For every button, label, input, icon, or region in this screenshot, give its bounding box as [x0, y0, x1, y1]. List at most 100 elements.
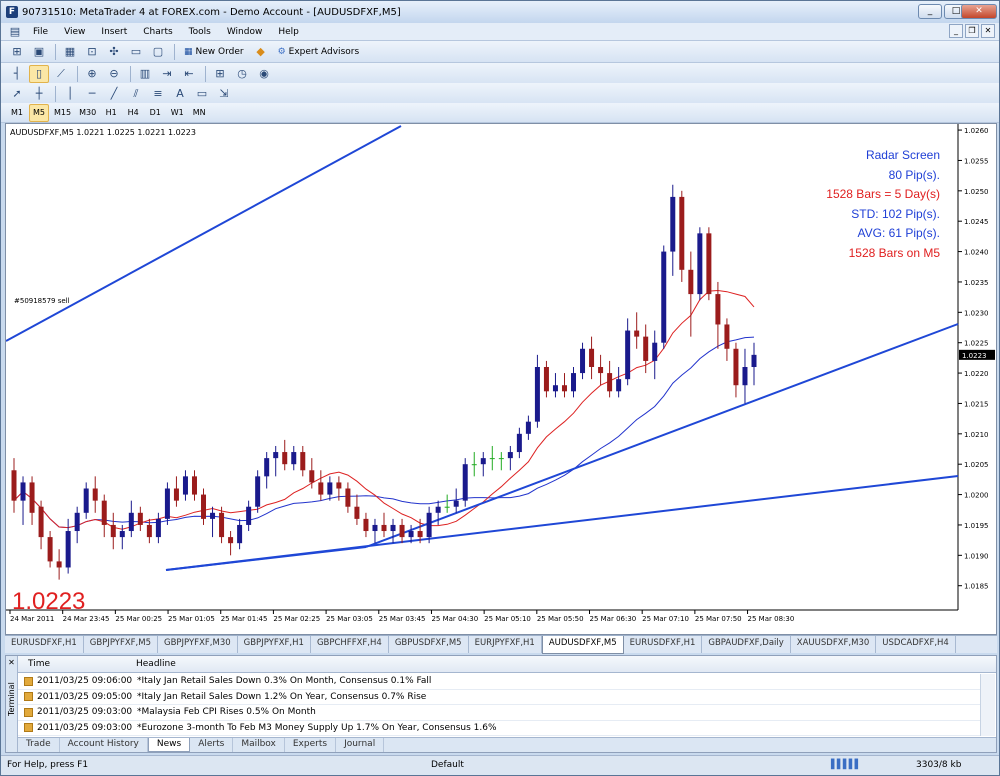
rising-trendline [365, 323, 959, 548]
bar-chart-icon[interactable]: ┤ [7, 65, 27, 83]
news-row[interactable]: 2011/03/25 09:06:00 *Italy Jan Retail Sal… [18, 674, 980, 690]
timeframe-h4-button[interactable]: H4 [123, 104, 143, 122]
news-row[interactable]: 2011/03/25 09:05:00 *Italy Jan Retail Sal… [18, 690, 980, 705]
terminal-close-icon[interactable]: ✕ [7, 658, 16, 667]
candlesticks-icon[interactable]: ▯ [29, 64, 49, 83]
symbol-tab[interactable]: GBPJPYFXF,H1 [238, 636, 311, 653]
symbol-tab[interactable]: GBPJPYFXF,M5 [84, 636, 158, 653]
candle-body [74, 512, 80, 532]
candle-body [670, 196, 676, 252]
mdi-close-button[interactable]: ✕ [981, 24, 995, 38]
metaeditor-icon[interactable]: ◆ [251, 43, 271, 61]
symbol-tab[interactable]: EURUSDFXF,H1 [5, 636, 84, 653]
profiles-icon[interactable]: ▣ [29, 43, 49, 61]
vertical-line-icon[interactable]: │ [60, 85, 80, 103]
terminal-tab[interactable]: Mailbox [233, 738, 285, 752]
col-headline[interactable]: Headline [136, 659, 176, 669]
menu-window[interactable]: Window [219, 27, 271, 37]
terminal-tab[interactable]: Trade [18, 738, 60, 752]
templates-icon[interactable]: ◉ [254, 65, 274, 83]
terminal-tab[interactable]: Journal [336, 738, 385, 752]
auto-scroll-icon[interactable]: ⇥ [157, 65, 177, 83]
symbol-tab[interactable]: GBPJPYFXF,M30 [158, 636, 238, 653]
timeframe-h1-button[interactable]: H1 [101, 104, 121, 122]
zoom-out-icon[interactable]: ⊖ [104, 65, 124, 83]
symbol-tab[interactable]: XAUUSDFXF,M30 [791, 636, 877, 653]
horizontal-line-icon[interactable]: ─ [82, 85, 102, 103]
symbol-tab[interactable]: EURUSDFXF,H1 [624, 636, 703, 653]
new-order-button[interactable]: ▦ New Order [179, 43, 249, 61]
chart-shift-icon[interactable]: ⇤ [179, 65, 199, 83]
minimize-button[interactable]: _ [918, 4, 942, 19]
radar-title: Radar Screen [865, 148, 940, 162]
indicators-icon[interactable]: ⊞ [210, 65, 230, 83]
price-tick-label: 1.0260 [964, 127, 989, 135]
candle-body [219, 512, 225, 538]
terminal-tab[interactable]: Alerts [190, 738, 234, 752]
time-tick-label: 25 Mar 03:05 [326, 615, 373, 623]
arrows-icon[interactable]: ⇲ [214, 85, 234, 103]
terminal-tab[interactable]: Experts [285, 738, 337, 752]
news-row[interactable]: 2011/03/25 09:03:00 *Eurozone 3-month To … [18, 721, 980, 736]
news-row[interactable]: 2011/03/25 09:03:00 *Malaysia Feb CPI Ris… [18, 705, 980, 721]
candle-body [47, 537, 53, 562]
label-icon[interactable]: ▭ [192, 85, 212, 103]
symbol-tab[interactable]: GBPUSDFXF,M5 [389, 636, 469, 653]
close-button[interactable]: ✕ [961, 4, 997, 19]
timeframe-m15-button[interactable]: M15 [51, 104, 74, 122]
timeframe-w1-button[interactable]: W1 [167, 104, 187, 122]
radar-std: STD: 102 Pip(s). [851, 206, 940, 221]
news-icon [24, 692, 33, 702]
menu-charts[interactable]: Charts [135, 27, 180, 37]
trendline-icon[interactable]: ╱ [104, 85, 124, 103]
market-watch-icon[interactable]: ▦ [60, 43, 80, 61]
menu-tools[interactable]: Tools [181, 27, 219, 37]
mdi-restore-button[interactable]: ❐ [965, 24, 979, 38]
timeframe-d1-button[interactable]: D1 [145, 104, 165, 122]
symbol-tab[interactable]: USDCADFXF,H4 [876, 636, 956, 653]
terminal-icon[interactable]: ▭ [126, 43, 146, 61]
zoom-in-icon[interactable]: ⊕ [82, 65, 102, 83]
menu-insert[interactable]: Insert [93, 27, 135, 37]
candle-body [426, 512, 432, 538]
navigator-icon[interactable]: ✣ [104, 43, 124, 61]
new-order-icon: ▦ [184, 46, 193, 57]
chart-window[interactable]: 1.0260 1.0255 1.0250 1.0245 1.0240 1.0235 1.02… [5, 123, 997, 635]
fibonacci-icon[interactable]: ≡ [148, 85, 168, 103]
line-chart-icon[interactable]: ⟋ [51, 65, 71, 83]
news-header: Time Headline [18, 656, 996, 673]
expert-advisors-button[interactable]: ⚙ Expert Advisors [273, 43, 365, 61]
timeframe-mn-button[interactable]: MN [189, 104, 209, 122]
candle-body [634, 330, 640, 337]
timeframe-m5-button[interactable]: M5 [29, 103, 49, 122]
col-time[interactable]: Time [18, 659, 136, 669]
window-title: 90731510: MetaTrader 4 at FOREX.com - De… [22, 6, 401, 18]
crosshair-icon[interactable]: ┼ [29, 85, 49, 103]
candle-body [616, 379, 622, 392]
symbol-tab[interactable]: EURJPYFXF,H1 [469, 636, 542, 653]
text-icon[interactable]: A [170, 85, 190, 103]
timeframe-m1-button[interactable]: M1 [7, 104, 27, 122]
cursor-icon[interactable]: ➚ [7, 85, 27, 103]
menu-view[interactable]: View [56, 27, 93, 37]
new-chart-icon[interactable]: ⊞ [7, 43, 27, 61]
price-tick-label: 1.0225 [964, 340, 989, 348]
terminal-tab[interactable]: News [147, 738, 191, 752]
terminal-tab[interactable]: Account History [60, 738, 148, 752]
menu-help[interactable]: Help [270, 27, 307, 37]
symbol-tab[interactable]: GBPCHFFXF,H4 [311, 636, 389, 653]
symbol-tab[interactable]: AUDUSDFXF,M5 [541, 636, 624, 654]
strategy-tester-icon[interactable]: ▢ [148, 43, 168, 61]
symbol-tab[interactable]: GBPAUDFXF,Daily [702, 636, 791, 653]
tile-windows-icon[interactable]: ▥ [135, 65, 155, 83]
timeframe-m30-button[interactable]: M30 [76, 104, 99, 122]
price-tick-label: 1.0215 [964, 400, 989, 408]
periods-icon[interactable]: ◷ [232, 65, 252, 83]
price-tick-label: 1.0235 [964, 279, 989, 287]
mdi-minimize-button[interactable]: _ [949, 24, 963, 38]
news-scrollbar[interactable] [980, 674, 995, 736]
menu-file[interactable]: File [25, 27, 56, 37]
data-window-icon[interactable]: ⊡ [82, 43, 102, 61]
channel-icon[interactable]: ⫽ [126, 85, 146, 103]
time-tick-label: 25 Mar 06:30 [590, 615, 637, 623]
